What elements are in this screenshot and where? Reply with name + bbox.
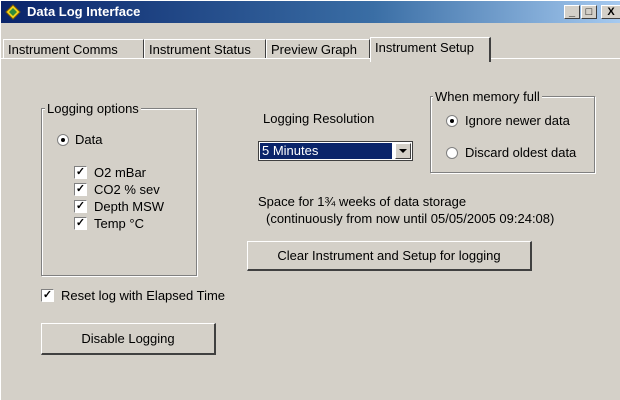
temp-label: Temp °C [94, 216, 144, 231]
clear-setup-button[interactable]: Clear Instrument and Setup for logging [247, 241, 532, 271]
ignore-newer-radio[interactable] [446, 115, 458, 127]
disable-logging-button[interactable]: Disable Logging [41, 323, 216, 355]
tab-instrument-comms[interactable]: Instrument Comms [3, 39, 144, 59]
memory-full-title: When memory full [433, 89, 542, 104]
discard-oldest-radio[interactable] [446, 147, 458, 159]
o2-label: O2 mBar [94, 165, 147, 180]
ignore-newer-label: Ignore newer data [465, 113, 570, 128]
co2-checkbox[interactable]: ✓ [74, 183, 87, 196]
tab-instrument-setup[interactable]: Instrument Setup [370, 37, 491, 62]
temp-checkbox[interactable]: ✓ [74, 217, 87, 230]
tab-preview-graph[interactable]: Preview Graph [266, 39, 370, 59]
storage-info-line1: Space for 1¾ weeks of data storage [258, 194, 467, 209]
storage-info-line2: (continuously from now until 05/05/2005 … [266, 211, 555, 226]
tab-panel-border [1, 58, 620, 59]
data-radio[interactable] [57, 134, 69, 146]
maximize-button[interactable]: □ [581, 5, 597, 19]
reset-log-checkbox[interactable]: ✓ [41, 289, 54, 302]
logging-options-title: Logging options [45, 101, 141, 116]
app-icon [5, 4, 21, 20]
o2-checkbox[interactable]: ✓ [74, 166, 87, 179]
logging-resolution-value: 5 Minutes [260, 143, 392, 159]
app-window: Data Log Interface _ □ X Instrument Comm… [0, 0, 620, 400]
dropdown-arrow-icon[interactable] [395, 143, 411, 159]
logging-resolution-label: Logging Resolution [263, 111, 375, 126]
discard-oldest-label: Discard oldest data [465, 145, 577, 160]
co2-label: CO2 % sev [94, 182, 160, 197]
reset-log-label: Reset log with Elapsed Time [61, 288, 226, 303]
memory-full-group [430, 96, 595, 173]
tab-instrument-status[interactable]: Instrument Status [144, 39, 266, 59]
minimize-button[interactable]: _ [564, 5, 580, 19]
depth-label: Depth MSW [94, 199, 165, 214]
title-bar[interactable]: Data Log Interface _ □ X [1, 1, 620, 23]
tab-strip: Instrument Comms Instrument Status Previ… [1, 23, 620, 69]
close-button[interactable]: X [601, 5, 620, 19]
depth-checkbox[interactable]: ✓ [74, 200, 87, 213]
data-radio-label: Data [75, 132, 103, 147]
window-title: Data Log Interface [27, 4, 141, 19]
logging-resolution-select[interactable]: 5 Minutes [258, 141, 413, 161]
